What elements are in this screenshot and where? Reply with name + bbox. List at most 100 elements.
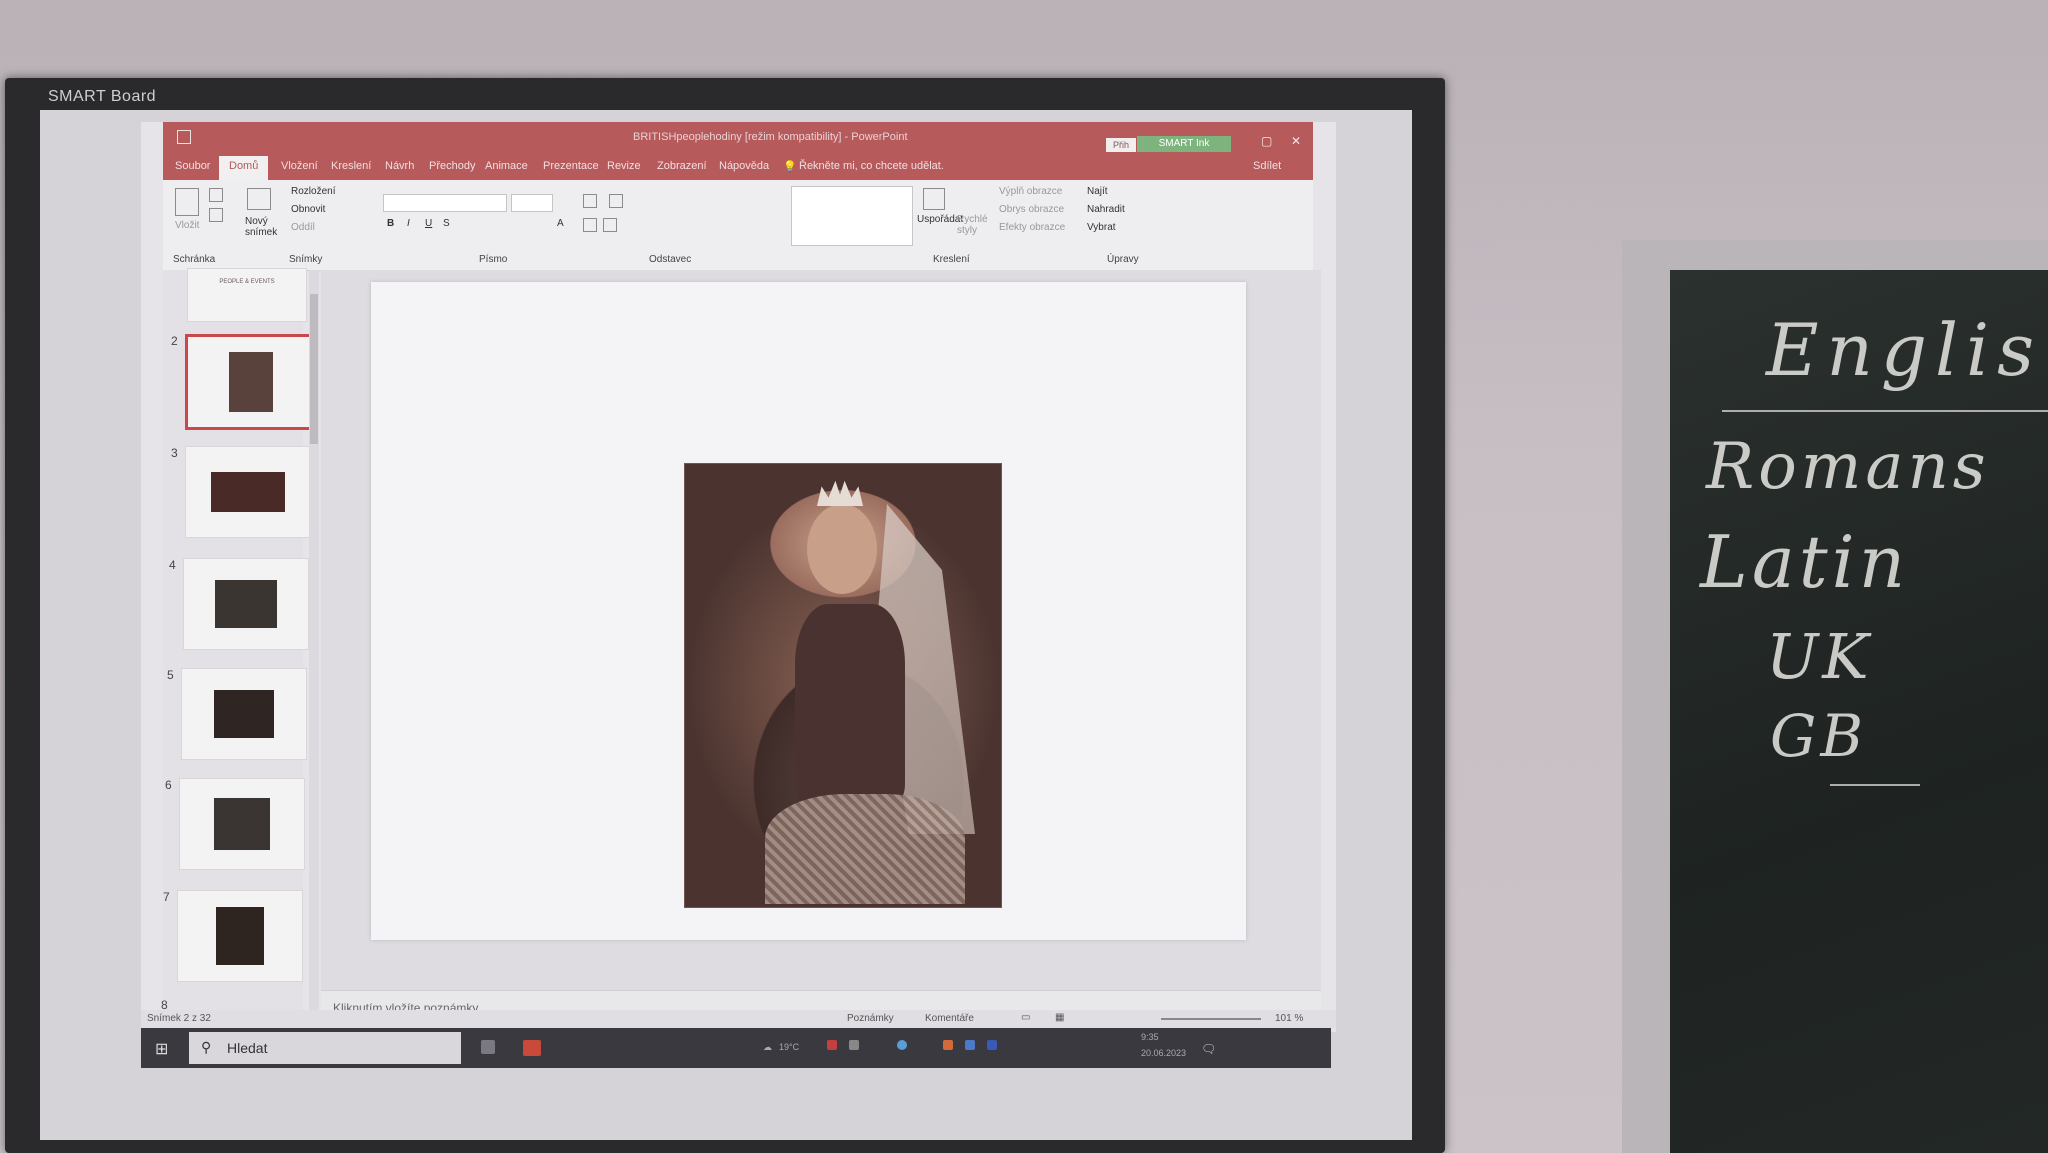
restore-icon[interactable]: ▢: [1261, 134, 1272, 148]
tab-help[interactable]: Nápověda: [719, 160, 769, 172]
quick-styles-button[interactable]: Rychlé styly: [957, 214, 989, 236]
tray-app-icon[interactable]: [827, 1040, 837, 1050]
shapes-gallery[interactable]: [791, 186, 913, 246]
portrait-crown: [817, 478, 863, 506]
tab-view[interactable]: Zobrazení: [657, 160, 707, 172]
weather-cloud-icon: ☁: [763, 1042, 772, 1052]
numbering-icon[interactable]: [609, 194, 623, 208]
font-size-input[interactable]: [511, 194, 553, 212]
scrollbar-thumb[interactable]: [310, 294, 318, 444]
thumbnail-image: [229, 352, 273, 412]
arrange-icon[interactable]: [923, 188, 945, 210]
tab-transitions[interactable]: Přechody: [429, 160, 475, 172]
group-clipboard: Schránka: [173, 254, 216, 265]
tab-draw[interactable]: Kreslení: [331, 160, 371, 172]
slide-thumbnails-pane[interactable]: PEOPLE & EVENTS 2 3 4 5 6 7 8: [161, 268, 317, 1012]
font-color-icon[interactable]: A: [557, 218, 564, 229]
chalk-word-latin: Latin: [1700, 520, 1910, 604]
notification-icon[interactable]: 🗨: [1201, 1042, 1216, 1056]
shape-effects-button[interactable]: Efekty obrazce: [999, 222, 1065, 233]
group-font: Písmo: [479, 254, 508, 265]
shape-fill-button[interactable]: Výplň obrazce: [999, 186, 1062, 197]
windows-start-icon[interactable]: ⊞: [155, 1039, 173, 1058]
replace-button[interactable]: Nahradit: [1087, 204, 1125, 215]
tell-me-search[interactable]: Řekněte mi, co chcete udělat.: [799, 160, 944, 172]
cut-icon[interactable]: [209, 188, 223, 202]
tab-home[interactable]: Domů: [219, 156, 269, 180]
chalk-word-gb: GB: [1770, 702, 1867, 770]
tab-review[interactable]: Revize: [607, 160, 641, 172]
smart-board-logo: SMART Board: [48, 88, 157, 105]
reset-button[interactable]: Obnovit: [291, 204, 325, 215]
comments-toggle[interactable]: Komentáře: [925, 1013, 974, 1024]
tab-slideshow[interactable]: Prezentace: [543, 160, 599, 172]
underline-icon[interactable]: U: [425, 218, 432, 229]
group-drawing: Kreslení: [933, 254, 970, 265]
new-slide-button[interactable]: Nový snímek: [245, 216, 285, 238]
tray-app-icon[interactable]: [897, 1040, 907, 1050]
italic-icon[interactable]: I: [407, 218, 410, 229]
slide-thumbnail-selected[interactable]: [185, 334, 317, 430]
taskbar-search[interactable]: ⚲ Hledat: [189, 1032, 461, 1064]
tray-app-icon[interactable]: [849, 1040, 859, 1050]
windows-taskbar: ⊞ ⚲ Hledat ☁ 19°C 9:35 20.06.2023 🗨: [141, 1028, 1331, 1068]
font-name-input[interactable]: [383, 194, 507, 212]
notes-toggle[interactable]: Poznámky: [847, 1013, 894, 1024]
copy-icon[interactable]: [209, 208, 223, 222]
share-button[interactable]: Sdílet: [1253, 160, 1281, 172]
chalkboard: Englis Romans Latin UK GB: [1670, 270, 2048, 1153]
group-paragraph: Odstavec: [649, 254, 692, 265]
tab-insert[interactable]: Vložení: [281, 160, 318, 172]
tray-app-icon[interactable]: [987, 1040, 997, 1050]
thumbnail-title: PEOPLE & EVENTS: [219, 279, 275, 285]
thumbnails-scrollbar[interactable]: [309, 270, 319, 1010]
new-slide-icon[interactable]: [247, 188, 271, 210]
slide-thumbnail[interactable]: [181, 668, 307, 760]
normal-view-icon[interactable]: ▭: [1021, 1012, 1030, 1023]
powerpoint-taskbar-icon[interactable]: [523, 1040, 541, 1056]
zoom-level[interactable]: 101 %: [1275, 1013, 1303, 1024]
find-button[interactable]: Najít: [1087, 186, 1108, 197]
lightbulb-icon: 💡: [783, 161, 797, 173]
queen-victoria-portrait[interactable]: [684, 463, 1002, 908]
slide-thumbnail[interactable]: [177, 890, 303, 982]
slide-sorter-icon[interactable]: ▦: [1055, 1012, 1064, 1023]
slide-thumbnail[interactable]: [185, 446, 311, 538]
clock-time: 9:35: [1141, 1032, 1159, 1042]
powerpoint-window: BRITISHpeoplehodiny [režim kompatibility…: [141, 122, 1336, 1032]
slide-thumbnail[interactable]: PEOPLE & EVENTS: [187, 268, 307, 322]
paste-icon[interactable]: [175, 188, 199, 216]
close-icon[interactable]: ✕: [1291, 134, 1301, 148]
shadow-icon[interactable]: S: [443, 218, 450, 229]
tab-animations[interactable]: Animace: [485, 160, 528, 172]
smart-ink-toolbar[interactable]: SMART Ink: [1137, 136, 1231, 152]
thumbnail-image: [214, 690, 274, 738]
task-view-icon[interactable]: [481, 1040, 495, 1054]
sign-in-button[interactable]: Přih: [1106, 138, 1136, 152]
portrait-face: [807, 504, 877, 594]
bullets-icon[interactable]: [583, 194, 597, 208]
align-center-icon[interactable]: [603, 218, 617, 232]
slide-thumbnail[interactable]: [179, 778, 305, 870]
select-button[interactable]: Vybrat: [1087, 222, 1116, 233]
title-bar: BRITISHpeoplehodiny [režim kompatibility…: [163, 122, 1313, 154]
status-bar: Snímek 2 z 32 Poznámky Komentáře ▭ ▦ 101…: [141, 1010, 1336, 1028]
chalk-word-english: Englis: [1766, 308, 2043, 392]
current-slide[interactable]: [371, 282, 1246, 940]
chalk-word-uk: UK: [1766, 620, 1873, 693]
tab-design[interactable]: Návrh: [385, 160, 414, 172]
slide-thumbnail[interactable]: [183, 558, 309, 650]
bold-icon[interactable]: B: [387, 218, 394, 229]
group-editing: Úpravy: [1107, 254, 1139, 265]
save-icon[interactable]: [177, 130, 191, 144]
tab-file[interactable]: Soubor: [175, 160, 210, 172]
tray-app-icon[interactable]: [965, 1040, 975, 1050]
tray-app-icon[interactable]: [943, 1040, 953, 1050]
slide-number: 3: [171, 446, 178, 460]
layout-button[interactable]: Rozložení: [291, 186, 335, 197]
section-button[interactable]: Oddíl: [291, 222, 315, 233]
align-left-icon[interactable]: [583, 218, 597, 232]
search-icon: ⚲: [201, 1039, 212, 1055]
shape-outline-button[interactable]: Obrys obrazce: [999, 204, 1064, 215]
zoom-slider[interactable]: [1161, 1018, 1261, 1020]
